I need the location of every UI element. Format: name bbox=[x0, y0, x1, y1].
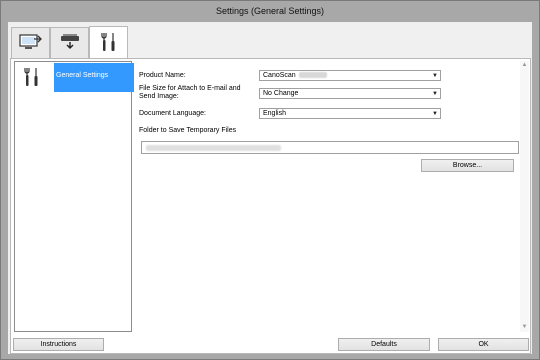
document-language-select[interactable]: English ▼ bbox=[259, 108, 441, 119]
chevron-down-icon: ▼ bbox=[432, 91, 438, 97]
temp-folder-path-field[interactable] bbox=[141, 141, 519, 154]
ok-button[interactable]: OK bbox=[438, 338, 529, 351]
settings-navigation: General Settings bbox=[14, 61, 134, 332]
vertical-scrollbar[interactable]: ▲ ▼ bbox=[520, 61, 529, 332]
tab-general-settings[interactable] bbox=[89, 26, 128, 58]
instructions-button[interactable]: Instructions bbox=[13, 338, 104, 351]
tab-scan-from-computer[interactable] bbox=[11, 27, 50, 58]
tab-scan-from-panel[interactable] bbox=[50, 27, 89, 58]
product-name-select[interactable]: CanoScan ▼ bbox=[259, 70, 441, 81]
browse-button[interactable]: Browse... bbox=[421, 159, 514, 172]
scroll-down-icon[interactable]: ▼ bbox=[520, 323, 529, 332]
chevron-down-icon: ▼ bbox=[432, 73, 438, 79]
scanner-download-icon bbox=[59, 33, 81, 53]
settings-window: Settings (General Settings) General Sett… bbox=[0, 0, 540, 360]
temp-folder-label: Folder to Save Temporary Files bbox=[139, 127, 237, 134]
scan-to-computer-icon bbox=[18, 33, 43, 53]
file-size-select[interactable]: No Change ▼ bbox=[259, 88, 441, 99]
chevron-down-icon: ▼ bbox=[432, 111, 438, 117]
product-name-label: Product Name: bbox=[139, 72, 186, 79]
sidebar-item-general-settings[interactable]: General Settings bbox=[18, 63, 134, 93]
tools-icon bbox=[100, 31, 118, 55]
tools-icon bbox=[23, 67, 41, 89]
scroll-up-icon[interactable]: ▲ bbox=[520, 61, 529, 70]
file-size-label: File Size for Attach to E-mail and Send … bbox=[139, 85, 241, 100]
defaults-button[interactable]: Defaults bbox=[338, 338, 430, 351]
document-language-label: Document Language: bbox=[139, 110, 206, 117]
client-area: General Settings Product Name: CanoScan … bbox=[8, 22, 532, 354]
sidebar-item-label: General Settings bbox=[54, 63, 134, 92]
window-title: Settings (General Settings) bbox=[215, 6, 325, 16]
settings-panel: General Settings Product Name: CanoScan … bbox=[10, 58, 531, 354]
